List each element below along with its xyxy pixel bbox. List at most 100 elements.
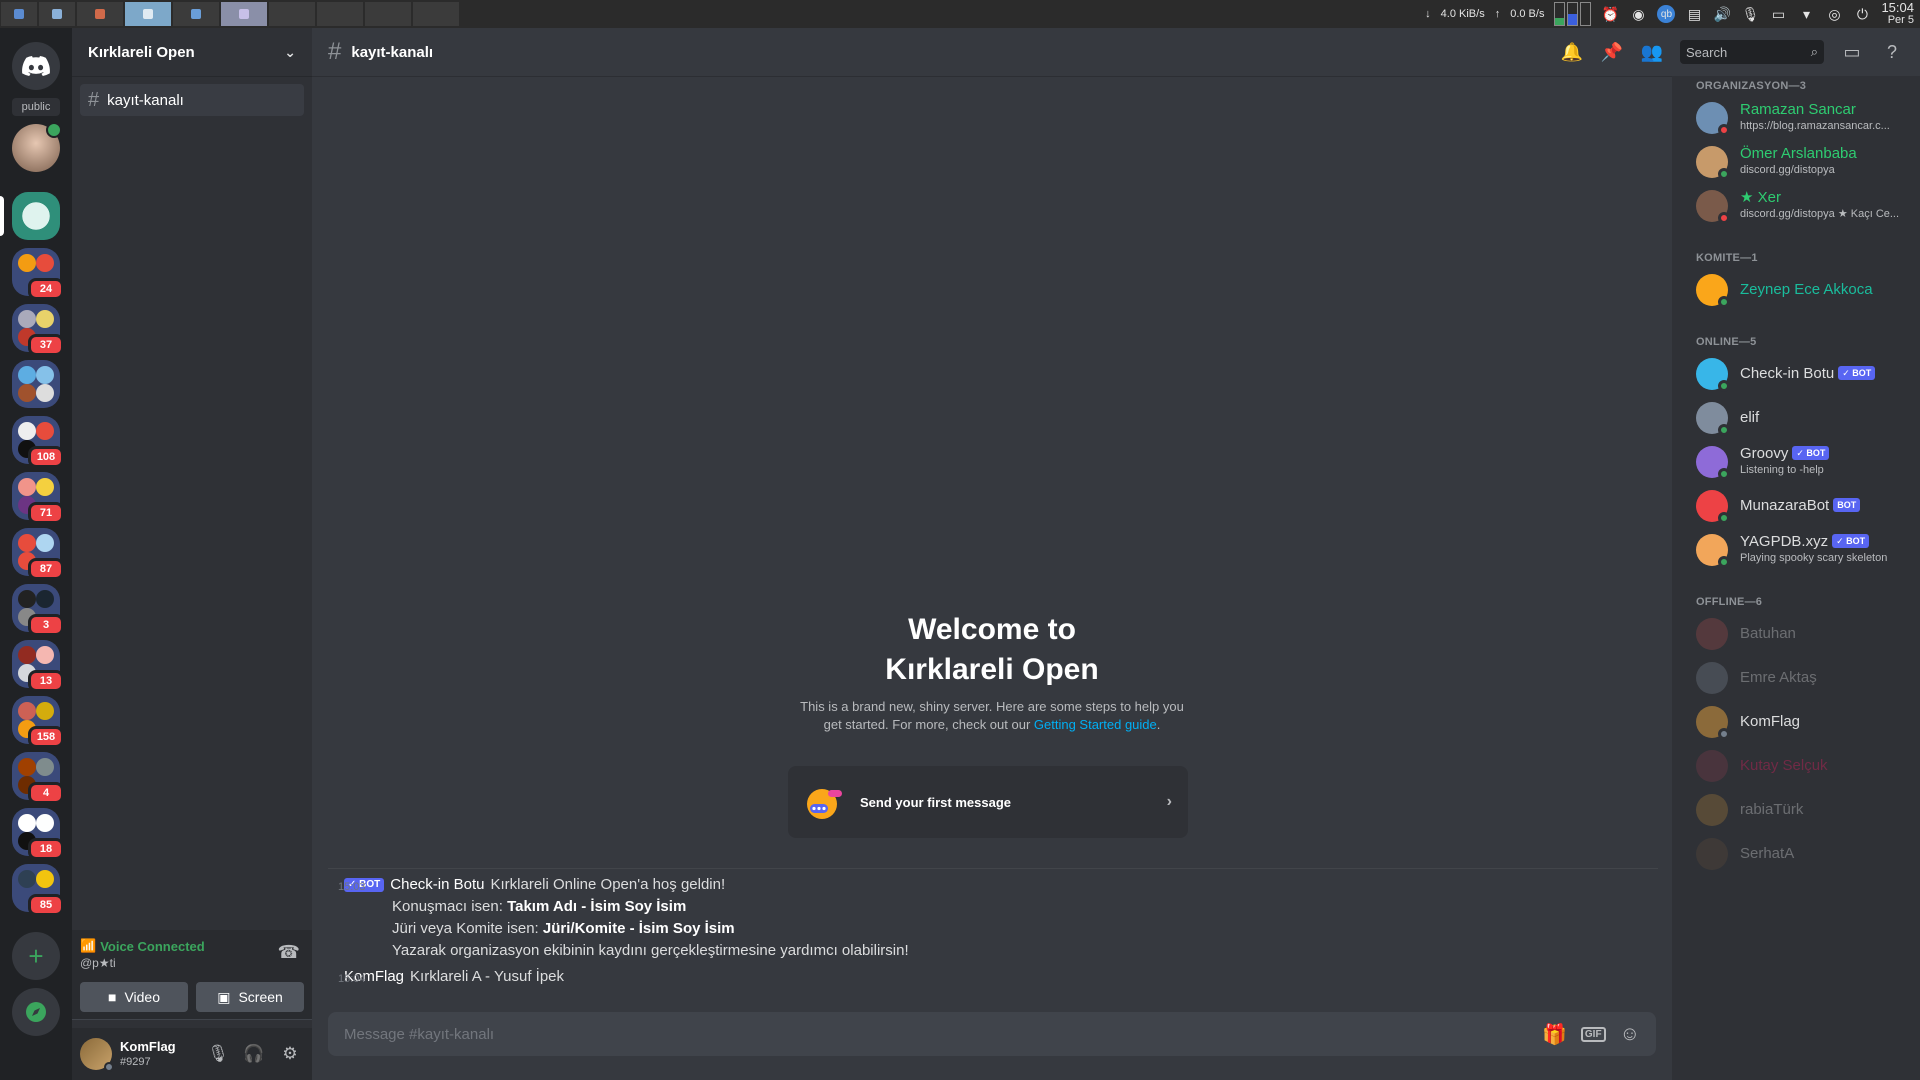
network-tray-icon[interactable]: ◎ bbox=[1825, 5, 1843, 23]
member-item[interactable]: SerhatA bbox=[1672, 832, 1920, 876]
server-folder-3[interactable] bbox=[12, 360, 60, 408]
avatar bbox=[1696, 402, 1730, 436]
message-composer[interactable]: Message #kayıt-kanalı 🎁 GIF ☺ bbox=[328, 1012, 1656, 1056]
discord-tray-icon[interactable]: ◉ bbox=[1629, 5, 1647, 23]
clipboard-tray-icon[interactable]: ▤ bbox=[1685, 5, 1703, 23]
message-author[interactable]: Check-in Botu bbox=[390, 876, 484, 893]
gear-icon[interactable]: ⚙ bbox=[276, 1038, 304, 1070]
server-folder-11[interactable]: 18 bbox=[12, 808, 64, 860]
user-info[interactable]: KomFlag #9297 bbox=[120, 1039, 196, 1069]
message-input[interactable]: Message #kayıt-kanalı bbox=[344, 1026, 1528, 1043]
getting-started-link[interactable]: Getting Started guide bbox=[1034, 717, 1157, 732]
server-icon-kirklareli-open[interactable] bbox=[12, 192, 60, 240]
member-group-header: OFFLINE—6 bbox=[1696, 596, 1763, 608]
member-item[interactable]: Zeynep Ece Akkoca bbox=[1672, 268, 1920, 312]
taskbar-app-5[interactable] bbox=[173, 2, 219, 26]
member-name-label: Emre Aktaş bbox=[1740, 669, 1817, 686]
member-group-header: ONLINE—5 bbox=[1696, 336, 1757, 348]
chat-main: # kayıt-kanalı Welcome to Kırklareli Ope… bbox=[312, 28, 1672, 1080]
notifications-tray-icon[interactable]: ⏰ bbox=[1601, 5, 1619, 23]
avatar[interactable] bbox=[80, 1038, 114, 1072]
inbox-icon[interactable]: ▭ bbox=[1840, 40, 1864, 64]
server-folder-1[interactable]: 24 bbox=[12, 248, 64, 300]
headphones-icon[interactable]: 🎧 bbox=[240, 1038, 268, 1070]
member-status: Listening to -help bbox=[1740, 464, 1824, 476]
member-name: MunazaraBot BOT bbox=[1740, 498, 1861, 514]
server-folder-4[interactable]: 108 bbox=[12, 416, 64, 468]
mention-badge: 4 bbox=[28, 782, 64, 804]
search-input[interactable]: Search ⌕ bbox=[1680, 40, 1824, 64]
server-folder-6[interactable]: 87 bbox=[12, 528, 64, 580]
server-folder-10[interactable]: 4 bbox=[12, 752, 64, 804]
pin-icon[interactable]: 📌 bbox=[1600, 40, 1624, 64]
screen-share-button[interactable]: ▣ Screen bbox=[196, 982, 304, 1012]
display-tray-icon[interactable]: ▭ bbox=[1769, 5, 1787, 23]
microphone-tray-icon[interactable]: 🎙 bbox=[1741, 5, 1760, 23]
video-button[interactable]: ■ Video bbox=[80, 982, 188, 1012]
send-first-message-card[interactable]: Send your first message › bbox=[788, 766, 1188, 838]
server-folder-7[interactable]: 3 bbox=[12, 584, 64, 636]
microphone-icon[interactable]: 🎙 bbox=[204, 1038, 232, 1070]
member-name: SerhatA bbox=[1740, 846, 1794, 862]
members-icon[interactable]: 👥 bbox=[1640, 40, 1664, 64]
server-folder-5[interactable]: 71 bbox=[12, 472, 64, 524]
channel-item-kayit-kanali[interactable]: # kayıt-kanalı bbox=[80, 84, 304, 116]
text-channel-icon: # bbox=[328, 38, 342, 65]
home-button[interactable] bbox=[12, 42, 60, 90]
avatar bbox=[1696, 490, 1730, 524]
message-item: 15:03 ✓ BOT Check-in Botu Kırklareli Onlin… bbox=[312, 874, 1672, 962]
taskbar-app-2[interactable] bbox=[39, 2, 75, 26]
taskbar-app-1[interactable] bbox=[1, 2, 37, 26]
member-item[interactable]: KomFlag bbox=[1672, 700, 1920, 744]
gif-button[interactable]: GIF bbox=[1580, 1026, 1606, 1042]
member-name-label: elif bbox=[1740, 409, 1760, 426]
taskbar-app-6[interactable] bbox=[221, 2, 267, 26]
status-dot bbox=[1718, 212, 1730, 224]
help-icon[interactable]: ? bbox=[1880, 40, 1904, 64]
qbittorrent-tray-icon[interactable]: qb bbox=[1657, 5, 1676, 23]
system-clock[interactable]: 15:04 Per 5 bbox=[1881, 1, 1914, 26]
member-item[interactable]: Batuhan bbox=[1672, 612, 1920, 656]
member-item[interactable]: Kutay Selçuk bbox=[1672, 744, 1920, 788]
member-item[interactable]: MunazaraBot BOT bbox=[1672, 484, 1920, 528]
tray-expand-icon[interactable]: ▾ bbox=[1797, 5, 1815, 23]
taskbar-app-7[interactable] bbox=[269, 2, 315, 26]
volume-tray-icon[interactable]: 🔊 bbox=[1713, 5, 1731, 23]
taskbar-app-3[interactable] bbox=[77, 2, 123, 26]
emoji-icon[interactable]: ☺ bbox=[1620, 1023, 1640, 1046]
power-tray-icon[interactable]: ⏻ bbox=[1853, 5, 1871, 23]
member-item[interactable]: Ramazan Sancar https://blog.ramazansancar… bbox=[1672, 96, 1920, 140]
taskbar-app-4[interactable] bbox=[125, 2, 171, 26]
member-item[interactable]: YAGPDB.xyz ✓ BOT Playing spooky scary skel… bbox=[1672, 528, 1920, 572]
disconnect-icon[interactable]: ☎ bbox=[278, 942, 300, 963]
member-item[interactable]: Groovy ✓ BOT Listening to -help bbox=[1672, 440, 1920, 484]
add-server-button[interactable]: + bbox=[12, 932, 60, 980]
member-item[interactable]: rabiaTürk bbox=[1672, 788, 1920, 832]
bell-icon[interactable]: 🔔 bbox=[1560, 40, 1584, 64]
gift-icon[interactable]: 🎁 bbox=[1542, 1022, 1567, 1047]
member-item[interactable]: ★ Xer discord.gg/distopya ★ Kaçı Ce... bbox=[1672, 184, 1920, 228]
member-name: rabiaTürk bbox=[1740, 802, 1803, 818]
member-name: Check-in Botu ✓ BOT bbox=[1740, 366, 1876, 382]
explore-servers-button[interactable] bbox=[12, 988, 60, 1036]
member-item[interactable]: Emre Aktaş bbox=[1672, 656, 1920, 700]
discord-logo-icon bbox=[22, 56, 50, 76]
server-header[interactable]: Kırklareli Open ⌄ bbox=[72, 28, 312, 76]
server-icon-voice[interactable] bbox=[12, 122, 62, 172]
server-folder-2[interactable]: 37 bbox=[12, 304, 64, 356]
server-folder-9[interactable]: 158 bbox=[12, 696, 64, 748]
voice-status-label[interactable]: Voice Connected bbox=[100, 939, 205, 954]
member-group-header: ORGANIZASYON—3 bbox=[1696, 80, 1807, 92]
member-item[interactable]: elif bbox=[1672, 396, 1920, 440]
server-folder-8[interactable]: 13 bbox=[12, 640, 64, 692]
member-item[interactable]: Check-in Botu ✓ BOT bbox=[1672, 352, 1920, 396]
channel-title: kayıt-kanalı bbox=[351, 43, 434, 61]
avatar bbox=[1696, 190, 1730, 224]
server-folder-12[interactable]: 85 bbox=[12, 864, 64, 916]
member-item[interactable]: Ömer Arslanbaba discord.gg/distopya bbox=[1672, 140, 1920, 184]
taskbar-app-9[interactable] bbox=[365, 2, 411, 26]
taskbar-app-8[interactable] bbox=[317, 2, 363, 26]
taskbar-app-10[interactable] bbox=[413, 2, 459, 26]
mention-badge: 71 bbox=[28, 502, 64, 524]
signal-icon: 📶 bbox=[80, 938, 97, 953]
